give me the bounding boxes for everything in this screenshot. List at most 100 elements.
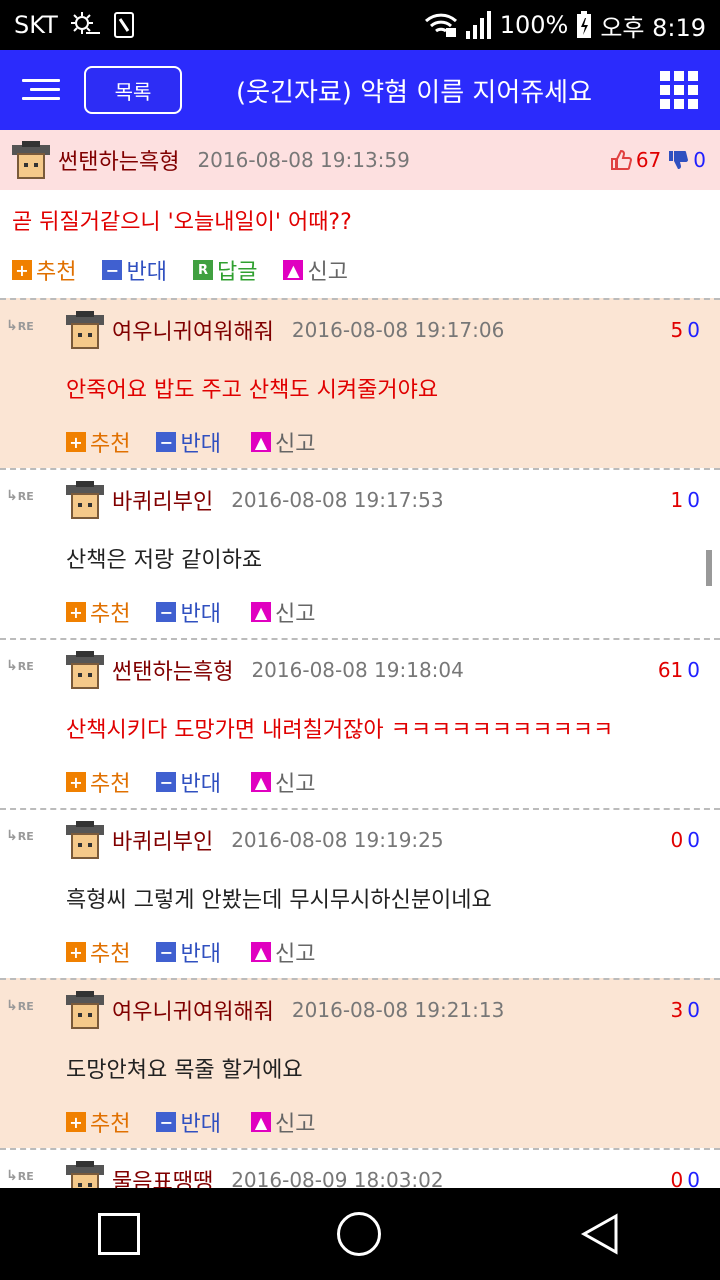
reply-icon: R — [192, 260, 213, 280]
reply-marker: ↳RE — [6, 828, 34, 844]
main-comment: 썬탠하는흑형 2016-08-08 19:13:59 67 0 곧 뒤질거같으니… — [0, 130, 720, 298]
author-name[interactable]: 바퀴리부인 — [112, 824, 213, 856]
author-name[interactable]: 바퀴리부인 — [112, 484, 213, 516]
recommend-button[interactable]: + 추천 — [66, 426, 130, 458]
author-name[interactable]: 썬탠하는흑형 — [112, 654, 233, 686]
avatar — [66, 991, 104, 1029]
like-count: 1 — [670, 488, 684, 512]
vote-score: 50 — [671, 318, 700, 342]
reply-actions: + 추천 − 반대 ▲ 신고 — [54, 584, 341, 640]
reply-header: 썬탠하는흑형 2016-08-08 19:18:04 61 0 — [66, 650, 720, 690]
vote-score: 30 — [671, 998, 700, 1022]
recommend-button[interactable]: + 추천 — [12, 254, 76, 286]
reply-header: 바퀴리부인 2016-08-08 19:17:53 10 — [66, 480, 720, 520]
author-name[interactable]: 물음표땡땡 — [112, 1164, 213, 1190]
recommend-button[interactable]: + 추천 — [66, 1106, 130, 1138]
avatar — [66, 1161, 104, 1190]
like-count: 67 — [635, 148, 662, 172]
avatar — [66, 651, 104, 689]
grid-menu-icon[interactable] — [660, 71, 698, 109]
dislike-count: 0 — [687, 658, 700, 682]
siren-icon: ▲ — [250, 772, 271, 792]
reply-marker: ↳RE — [6, 658, 34, 674]
reply-marker: ↳RE — [6, 318, 34, 334]
list-button[interactable]: 목록 — [84, 66, 182, 114]
thumbs-up-icon — [610, 150, 632, 170]
back-icon[interactable] — [578, 1212, 622, 1256]
reply-actions: + 추천 − 반대 ▲ 신고 — [54, 754, 341, 810]
report-button[interactable]: ▲ 신고 — [250, 596, 315, 628]
oppose-button[interactable]: − 반대 — [156, 936, 221, 968]
timestamp: 2016-08-08 19:18:04 — [251, 658, 464, 682]
like-count: 0 — [670, 828, 684, 852]
oppose-button[interactable]: − 반대 — [156, 766, 221, 798]
page-title: (웃긴자료) 약혐 이름 지어쥬세요 — [235, 77, 593, 108]
reply-actions: + 추천 − 반대 ▲ 신고 — [54, 1094, 341, 1150]
dislike-count: 0 — [687, 1168, 700, 1190]
comment-body: 곧 뒤질거같으니 '오늘내일이' 어때?? — [12, 210, 352, 235]
dislike-count: 0 — [693, 148, 706, 172]
timestamp: 2016-08-08 19:13:59 — [197, 148, 410, 172]
weather-icon — [70, 12, 100, 34]
comment-actions: + 추천 − 반대 R 답글 ▲ 신고 — [0, 242, 720, 298]
avatar — [66, 821, 104, 859]
avatar — [66, 481, 104, 519]
minus-icon: − — [156, 942, 177, 962]
dislike-count: 0 — [687, 318, 700, 342]
report-button[interactable]: ▲ 신고 — [250, 766, 315, 798]
minus-icon: − — [156, 1112, 177, 1132]
battery-icon — [577, 11, 592, 38]
comment-list[interactable]: 썬탠하는흑형 2016-08-08 19:13:59 67 0 곧 뒤질거같으니… — [0, 130, 720, 1190]
reply-item: ↳RE 여우니귀여워해줘 2016-08-08 19:17:06 50 안죽어요… — [0, 298, 720, 468]
vote-score: 10 — [671, 488, 700, 512]
recent-apps-icon[interactable] — [98, 1213, 141, 1255]
plus-icon: + — [66, 432, 86, 452]
recommend-button[interactable]: + 추천 — [66, 596, 130, 628]
wifi-icon — [424, 13, 457, 37]
reply-item: ↳RE 썬탠하는흑형 2016-08-08 19:18:04 61 0 산책시키다… — [0, 638, 720, 808]
notification-icon — [113, 12, 134, 38]
report-button[interactable]: ▲ 신고 — [283, 254, 348, 286]
navigation-bar — [0, 1188, 720, 1280]
vote-score: 00 — [671, 1168, 700, 1190]
author-name[interactable]: 썬탠하는흑형 — [58, 144, 179, 176]
main-comment-header: 썬탠하는흑형 2016-08-08 19:13:59 67 0 — [0, 130, 720, 190]
reply-actions: + 추천 − 반대 ▲ 신고 — [54, 414, 341, 470]
reply-header: 물음표땡땡 2016-08-09 18:03:02 00 — [66, 1160, 720, 1190]
minus-icon: − — [156, 772, 177, 792]
report-button[interactable]: ▲ 신고 — [250, 1106, 315, 1138]
home-icon[interactable] — [336, 1212, 381, 1256]
reply-item: ↳RE 바퀴리부인 2016-08-08 19:19:25 00 흑형씨 그렇게… — [0, 808, 720, 978]
recommend-button[interactable]: + 추천 — [66, 766, 130, 798]
timestamp: 2016-08-09 18:03:02 — [231, 1168, 444, 1190]
scrollbar[interactable] — [706, 550, 712, 586]
timestamp: 2016-08-08 19:17:06 — [291, 318, 505, 342]
reply-button[interactable]: R 답글 — [192, 254, 257, 286]
recommend-button[interactable]: + 추천 — [66, 936, 130, 968]
oppose-button[interactable]: − 반대 — [156, 1106, 221, 1138]
oppose-button[interactable]: − 반대 — [102, 254, 167, 286]
oppose-button[interactable]: − 반대 — [156, 426, 221, 458]
author-name[interactable]: 여우니귀여워해줘 — [112, 314, 274, 346]
avatar — [12, 141, 50, 179]
battery-percent: 100% — [499, 11, 569, 39]
siren-icon: ▲ — [250, 1112, 271, 1132]
minus-icon: − — [102, 260, 123, 280]
reply-body: 산책은 저랑 같이하죠 — [66, 548, 263, 573]
reply-body: 도망안쳐요 목줄 할거에요 — [66, 1058, 303, 1083]
menu-icon[interactable] — [22, 79, 62, 101]
author-name[interactable]: 여우니귀여워해줘 — [112, 994, 274, 1026]
reply-item: ↳RE 여우니귀여워해줘 2016-08-08 19:21:13 30 도망안쳐… — [0, 978, 720, 1148]
clock: 오후 8:19 — [600, 13, 706, 42]
thumbs-down-icon — [669, 151, 689, 169]
oppose-button[interactable]: − 반대 — [156, 596, 221, 628]
siren-icon: ▲ — [250, 602, 271, 622]
app-bar: 목록 (웃긴자료) 약혐 이름 지어쥬세요 — [0, 50, 720, 130]
reply-body: 흑형씨 그렇게 안봤는데 무시무시하신분이네요 — [66, 888, 492, 913]
timestamp: 2016-08-08 19:21:13 — [291, 998, 505, 1022]
reply-item: ↳RE 바퀴리부인 2016-08-08 19:17:53 10 산책은 저랑 … — [0, 468, 720, 638]
siren-icon: ▲ — [250, 432, 271, 452]
report-button[interactable]: ▲ 신고 — [250, 936, 315, 968]
signal-icon — [465, 11, 491, 39]
report-button[interactable]: ▲ 신고 — [250, 426, 315, 458]
